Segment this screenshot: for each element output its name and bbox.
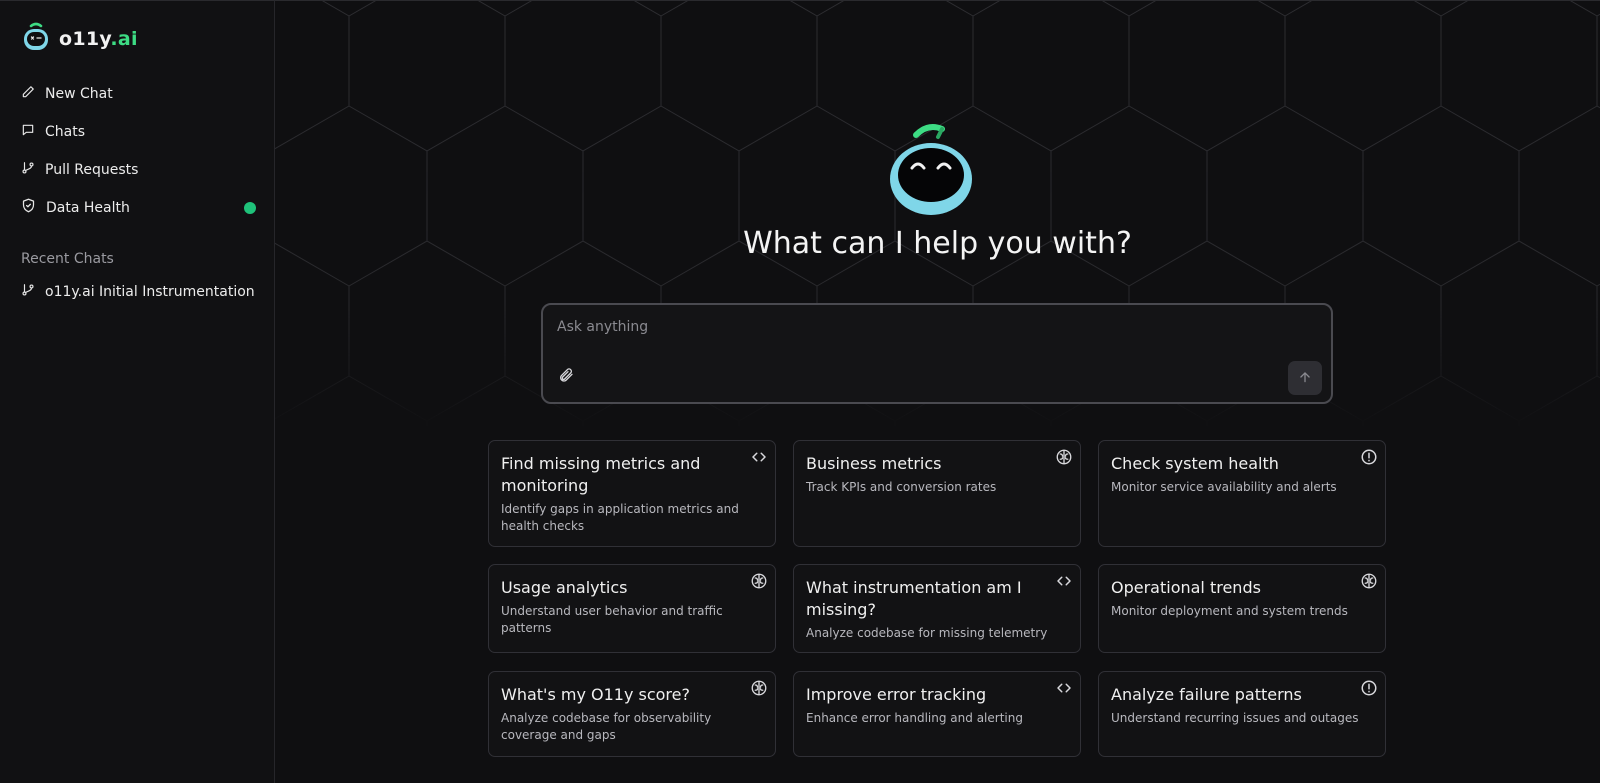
card-title: Analyze failure patterns <box>1111 685 1302 704</box>
code-icon <box>1055 572 1073 594</box>
suggestion-card[interactable]: Operational trends Monitor deployment an… <box>1098 564 1386 653</box>
brain-icon <box>750 572 768 594</box>
recent-chat-item[interactable]: o11y.ai Initial Instrumentation <box>21 283 256 301</box>
arrow-up-icon <box>1298 369 1312 388</box>
send-button[interactable] <box>1288 361 1322 395</box>
nav-label: Pull Requests <box>45 162 139 178</box>
card-title: What instrumentation am I missing? <box>806 578 1022 619</box>
card-description: Track KPIs and conversion rates <box>806 480 997 494</box>
logo-text: o11y.ai <box>59 28 138 50</box>
nav-chats[interactable]: Chats <box>21 123 256 141</box>
card-description: Understand recurring issues and outages <box>1111 711 1359 725</box>
alert-circle-icon <box>1360 679 1378 701</box>
card-title: Find missing metrics and monitoring <box>501 454 701 495</box>
recent-chats-heading: Recent Chats <box>21 251 114 267</box>
card-description: Identify gaps in application metrics and… <box>501 502 739 533</box>
card-title: Business metrics <box>806 454 942 473</box>
git-branch-icon <box>21 283 35 301</box>
pencil-icon <box>21 85 35 103</box>
suggestion-card[interactable]: Business metrics Track KPIs and conversi… <box>793 440 1081 547</box>
suggestion-card[interactable]: Improve error tracking Enhance error han… <box>793 671 1081 757</box>
robot-mascot-icon <box>886 121 976 220</box>
brain-icon <box>1360 572 1378 594</box>
chat-bubble-icon <box>21 123 35 141</box>
suggestion-card[interactable]: Check system health Monitor service avai… <box>1098 440 1386 547</box>
alert-circle-icon <box>1360 448 1378 470</box>
suggestion-card[interactable]: Usage analytics Understand user behavior… <box>488 564 776 653</box>
card-description: Analyze codebase for observability cover… <box>501 711 712 742</box>
brain-icon <box>750 679 768 701</box>
nav-label: Data Health <box>46 199 130 216</box>
robot-logo-icon <box>21 22 51 56</box>
card-title: Check system health <box>1111 454 1279 473</box>
card-title: Improve error tracking <box>806 685 987 704</box>
card-description: Monitor deployment and system trends <box>1111 604 1348 618</box>
ask-input[interactable] <box>557 319 1257 335</box>
main-area: What can I help you with? Find missing m… <box>275 0 1600 783</box>
card-description: Enhance error handling and alerting <box>806 711 1023 725</box>
shield-icon <box>21 198 36 217</box>
card-description: Understand user behavior and traffic pat… <box>501 604 723 635</box>
card-description: Analyze codebase for missing telemetry <box>806 626 1048 640</box>
suggestion-card[interactable]: Analyze failure patterns Understand recu… <box>1098 671 1386 757</box>
brain-icon <box>1055 448 1073 470</box>
nav-pull-requests[interactable]: Pull Requests <box>21 161 256 179</box>
card-title: What's my O11y score? <box>501 685 690 704</box>
recent-chat-label: o11y.ai Initial Instrumentation <box>45 284 255 300</box>
sidebar: o11y.ai New Chat Chats Pull Requests Dat… <box>0 0 275 783</box>
code-icon <box>1055 679 1073 701</box>
suggestion-card[interactable]: What instrumentation am I missing? Analy… <box>793 564 1081 653</box>
card-description: Monitor service availability and alerts <box>1111 480 1337 494</box>
paperclip-icon[interactable] <box>558 367 574 387</box>
nav-label: Chats <box>45 124 86 140</box>
nav-label: New Chat <box>45 86 113 102</box>
nav-data-health[interactable]: Data Health <box>21 198 256 217</box>
nav-new-chat[interactable]: New Chat <box>21 85 256 103</box>
git-branch-icon <box>21 161 35 179</box>
card-title: Usage analytics <box>501 578 628 597</box>
page-headline: What can I help you with? <box>743 226 1132 261</box>
card-title: Operational trends <box>1111 578 1261 597</box>
suggestion-card[interactable]: What's my O11y score? Analyze codebase f… <box>488 671 776 757</box>
app-logo[interactable]: o11y.ai <box>21 22 138 56</box>
code-icon <box>750 448 768 470</box>
chat-composer <box>541 303 1333 404</box>
status-dot <box>244 201 256 214</box>
suggestion-card[interactable]: Find missing metrics and monitoring Iden… <box>488 440 776 547</box>
